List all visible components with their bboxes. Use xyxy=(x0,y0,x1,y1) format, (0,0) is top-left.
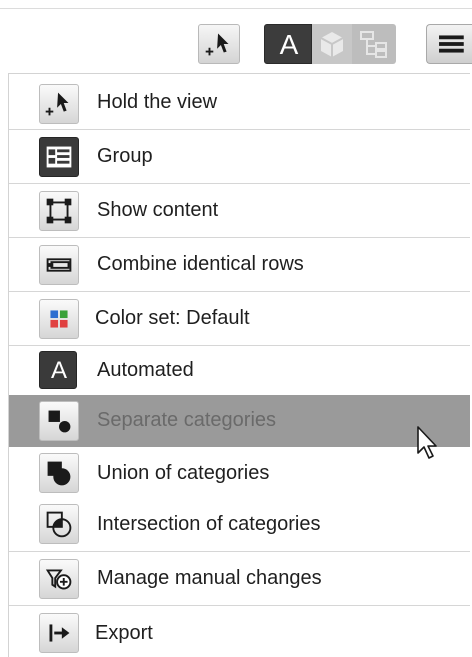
menu-item-union-of-categories[interactable]: Union of categories xyxy=(9,449,470,497)
union-categories-icon xyxy=(39,453,79,493)
menu-item-label: Intersection of categories xyxy=(97,513,321,535)
pointer-plus-icon xyxy=(205,33,229,56)
menu-divider xyxy=(9,183,470,184)
automated-a-icon: A xyxy=(39,351,77,389)
menu-item-label: Color set: Default xyxy=(95,307,250,329)
tree-icon xyxy=(360,31,387,58)
menu-item-hold-the-view[interactable]: Hold the view xyxy=(9,78,470,130)
automated-toolbar-button[interactable]: A xyxy=(264,24,312,64)
cube-toolbar-button[interactable] xyxy=(312,24,352,64)
menu-item-color-set[interactable]: Color set: Default xyxy=(9,293,470,345)
menu-item-label: Combine identical rows xyxy=(97,253,304,275)
menu-divider xyxy=(9,345,470,346)
menu-item-label: Automated xyxy=(97,359,194,381)
pointer-plus-icon xyxy=(39,84,79,124)
hamburger-menu-icon xyxy=(439,35,464,53)
group-list-icon xyxy=(39,137,79,177)
cube-icon xyxy=(320,32,344,57)
menu-item-export[interactable]: Export xyxy=(9,607,470,657)
intersection-categories-icon xyxy=(39,504,79,544)
color-set-icon xyxy=(39,299,79,339)
menu-item-separate-categories[interactable]: Separate categories xyxy=(9,395,470,447)
menu-item-show-content[interactable]: Show content xyxy=(9,185,470,237)
menu-divider xyxy=(9,237,470,238)
menu-item-combine-identical-rows[interactable]: Combine identical rows xyxy=(9,239,470,291)
menu-divider xyxy=(9,551,470,552)
menu-divider xyxy=(9,291,470,292)
separate-categories-icon xyxy=(39,401,79,441)
menu-item-automated[interactable]: A Automated xyxy=(9,347,470,393)
menu-item-label: Show content xyxy=(97,199,219,221)
menu-item-group[interactable]: Group xyxy=(9,131,470,183)
hold-view-toolbar-button[interactable] xyxy=(198,24,240,64)
menu-item-label: Hold the view xyxy=(97,91,218,113)
hamburger-menu-button[interactable] xyxy=(426,24,472,64)
mouse-cursor-icon xyxy=(417,426,437,459)
combine-rows-icon xyxy=(39,245,79,285)
menu-item-label: Manage manual changes xyxy=(97,567,322,589)
automated-letter: A xyxy=(50,357,67,384)
menu-divider xyxy=(9,129,470,130)
automated-a-icon: A xyxy=(279,29,299,60)
show-content-icon xyxy=(39,191,79,231)
menu-item-label: Group xyxy=(97,145,153,167)
menu-item-label: Separate categories xyxy=(97,409,277,431)
menu-item-intersection-of-categories[interactable]: Intersection of categories xyxy=(9,499,470,551)
menu-item-label: Union of categories xyxy=(97,462,270,484)
toolbar-top-border xyxy=(0,8,472,9)
toolbar: A xyxy=(0,0,472,72)
menu-item-label: Export xyxy=(95,622,153,644)
tree-toolbar-button[interactable] xyxy=(352,24,396,64)
menu-item-manage-manual-changes[interactable]: Manage manual changes xyxy=(9,553,470,605)
manage-changes-icon xyxy=(39,559,79,599)
export-icon xyxy=(39,613,79,653)
menu-divider xyxy=(9,605,470,606)
